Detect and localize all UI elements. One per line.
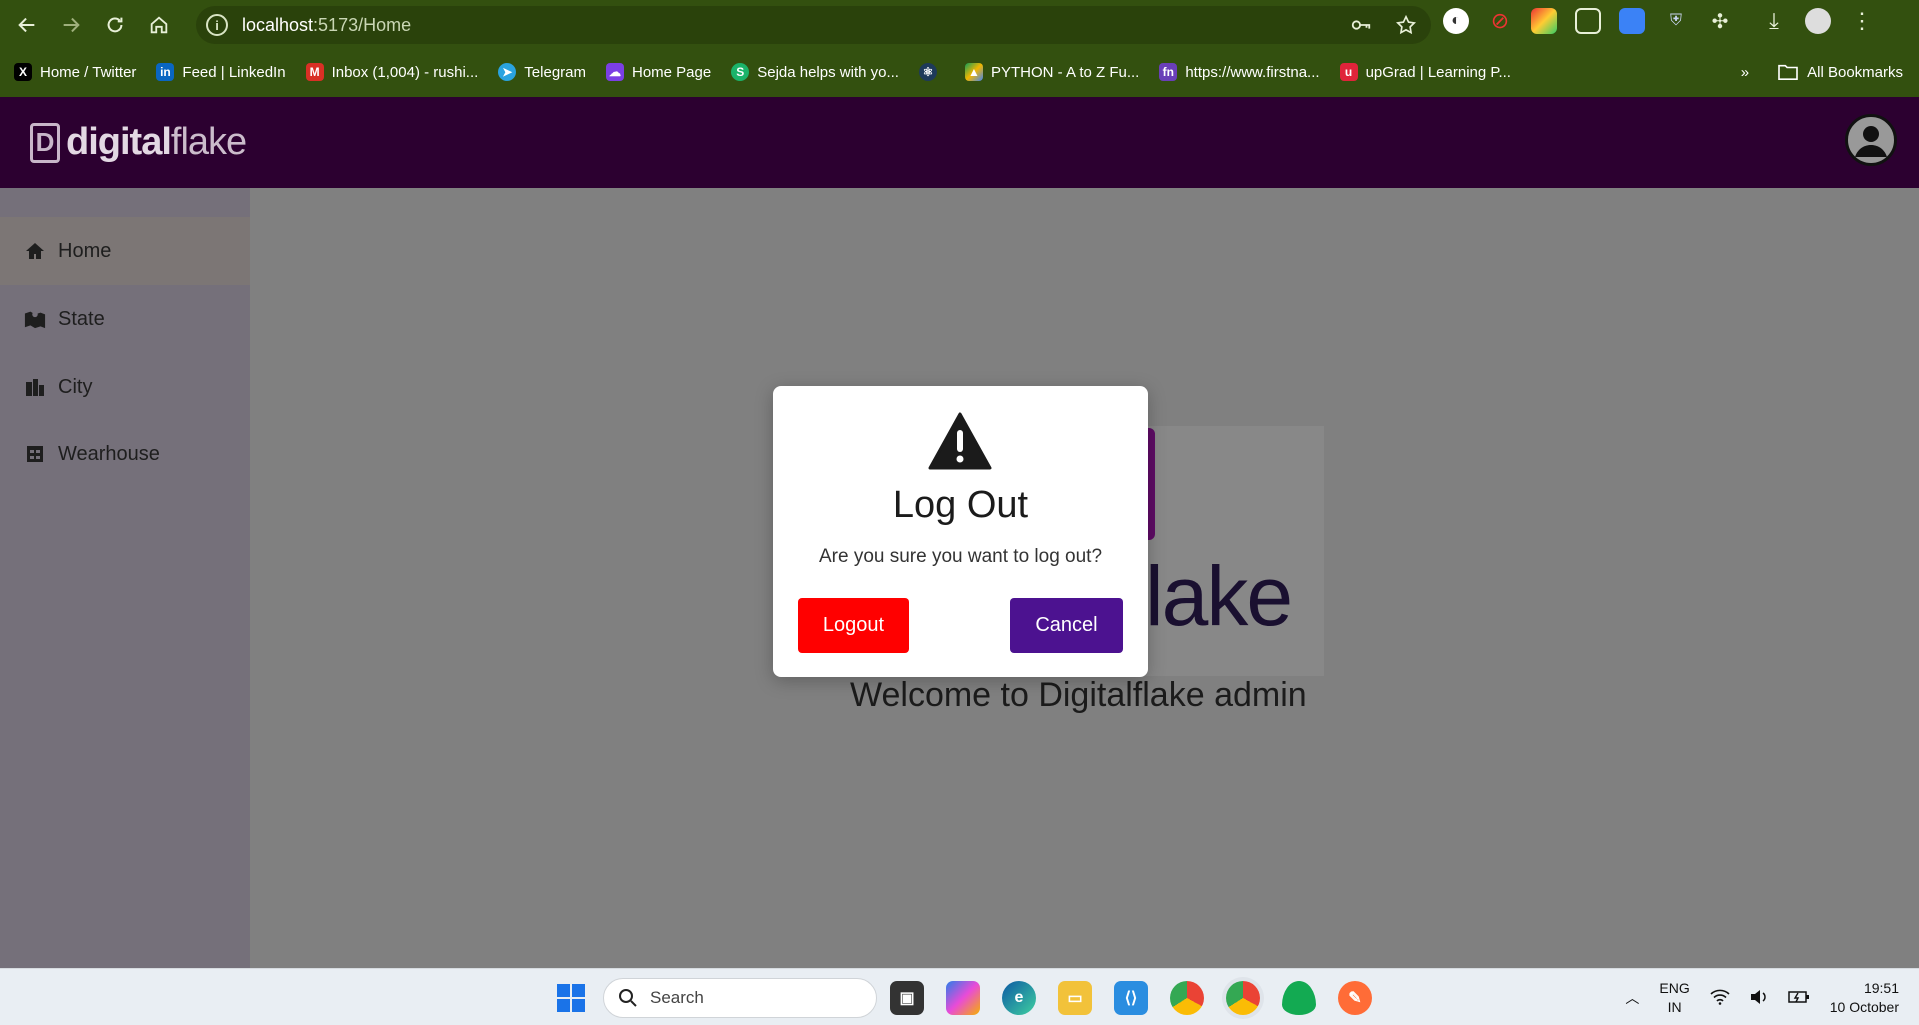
extension-shield-icon[interactable]: ⛨ (1663, 8, 1689, 34)
forward-icon[interactable] (49, 3, 93, 47)
extensions-puzzle-icon[interactable]: ✣ (1707, 8, 1733, 34)
taskbar-search[interactable]: Search (603, 978, 877, 1018)
x-icon: X (14, 63, 32, 81)
address-bar[interactable]: i localhost:5173/Home (196, 6, 1431, 44)
volume-icon[interactable] (1750, 989, 1768, 1008)
bookmark-item[interactable]: X Home / Twitter (14, 63, 136, 81)
all-bookmarks-button[interactable]: All Bookmarks (1777, 63, 1903, 81)
edge-icon[interactable]: e (1002, 981, 1036, 1015)
digitalflake-logo[interactable]: D digitalflake (30, 121, 247, 164)
search-icon (619, 989, 637, 1007)
cloud-icon: ☁ (606, 63, 624, 81)
linkedin-icon: in (156, 63, 175, 81)
sejda-icon: S (731, 63, 750, 81)
bookmark-item[interactable]: fn https://www.firstna... (1159, 63, 1320, 81)
sidebar: Home State City Wearhouse (0, 188, 250, 968)
chrome-profile-icon[interactable] (1226, 981, 1260, 1015)
logo-mark: D (30, 122, 60, 163)
dialog-title: Log Out (892, 484, 1029, 526)
bookmark-item[interactable]: ☁ Home Page (606, 63, 711, 81)
sidebar-item-state[interactable]: State (0, 285, 250, 353)
folder-icon (1778, 64, 1798, 81)
bookmark-item[interactable]: ▲ PYTHON - A to Z Fu... (964, 63, 1139, 81)
site-info-icon[interactable]: i (206, 14, 228, 36)
browser-chrome: i localhost:5173/Home ◐ ⊘ ⛨ ✣ ⤓ ⋮ X Home… (0, 0, 1919, 97)
mongodb-icon[interactable] (1282, 981, 1316, 1015)
extension-color-icon[interactable] (1531, 8, 1557, 34)
extension-block-icon[interactable]: ⊘ (1487, 8, 1513, 34)
copilot-icon[interactable] (946, 981, 980, 1015)
app-header: D digitalflake (0, 97, 1919, 188)
sidebar-item-label: City (58, 375, 93, 398)
bookmarks-bar: X Home / Twitter in Feed | LinkedIn M Inbox… (0, 54, 1919, 90)
tray-overflow-icon[interactable]: ︿ (1625, 988, 1639, 1008)
fn-icon: fn (1159, 63, 1178, 81)
back-icon[interactable] (5, 3, 49, 47)
chrome-icon[interactable] (1170, 981, 1204, 1015)
file-explorer-icon[interactable]: ▭ (1058, 981, 1092, 1015)
bookmark-star-icon[interactable] (1395, 14, 1417, 42)
warning-icon (928, 412, 992, 470)
wifi-icon[interactable] (1710, 989, 1730, 1008)
extension-window-icon[interactable] (1575, 8, 1601, 34)
home-icon (24, 240, 46, 262)
postman-icon[interactable]: ✎ (1338, 981, 1372, 1015)
sidebar-item-wearhouse[interactable]: Wearhouse (0, 420, 250, 488)
language-indicator[interactable]: ENG IN (1659, 979, 1689, 1017)
react-icon: ⚛ (918, 63, 937, 81)
bookmark-item[interactable]: ➤ Telegram (498, 63, 586, 81)
telegram-icon: ➤ (498, 63, 517, 81)
sidebar-item-label: Home (58, 239, 112, 262)
extension-privacy-icon[interactable]: ◐ (1443, 8, 1469, 34)
browser-toolbar: i localhost:5173/Home ◐ ⊘ ⛨ ✣ ⤓ ⋮ (0, 0, 1919, 50)
taskbar: Search ▣ e ▭ ⟨⟩ ✎ ︿ ENG IN 19:51 10 Octo… (0, 968, 1919, 1025)
logout-dialog: Log Out Are you sure you want to log out… (773, 386, 1148, 677)
downloads-icon[interactable]: ⤓ (1761, 8, 1787, 34)
cancel-button[interactable]: Cancel (1010, 598, 1123, 653)
home-browser-icon[interactable] (137, 3, 181, 47)
logo-text: digitalflake (66, 121, 247, 163)
sidebar-item-city[interactable]: City (0, 353, 250, 421)
extension-docs-icon[interactable] (1619, 8, 1645, 34)
city-icon (24, 376, 46, 398)
bookmark-item[interactable]: M Inbox (1,004) - rushi... (305, 63, 478, 81)
profile-avatar-icon[interactable] (1805, 8, 1831, 34)
browser-menu-icon[interactable]: ⋮ (1849, 8, 1875, 34)
gmail-icon: M (305, 63, 324, 81)
upgrad-icon: u (1339, 63, 1358, 81)
more-bookmarks-icon[interactable]: » (1741, 64, 1749, 81)
drive-icon: ▲ (964, 63, 983, 81)
clock[interactable]: 19:51 10 October (1830, 979, 1899, 1017)
task-view-icon[interactable]: ▣ (890, 981, 924, 1015)
logout-button[interactable]: Logout (798, 598, 909, 653)
bookmark-item[interactable]: S Sejda helps with yo... (731, 63, 899, 81)
url-text[interactable]: localhost:5173/Home (242, 15, 411, 36)
password-key-icon[interactable] (1349, 14, 1373, 42)
sidebar-item-home[interactable]: Home (0, 217, 250, 285)
map-icon (24, 308, 46, 330)
hero-logo-text: lake (1145, 549, 1293, 643)
bookmark-item[interactable]: in Feed | LinkedIn (156, 63, 286, 81)
profile-icon[interactable] (1845, 114, 1897, 166)
sidebar-item-label: Wearhouse (58, 442, 160, 465)
welcome-heading: Welcome to Digitalflake admin (850, 676, 1307, 714)
battery-icon[interactable] (1787, 990, 1810, 1007)
bookmark-item[interactable]: ⚛ (918, 63, 945, 81)
vscode-icon[interactable]: ⟨⟩ (1114, 981, 1148, 1015)
reload-icon[interactable] (93, 3, 137, 47)
windows-start-icon[interactable] (556, 983, 586, 1013)
sidebar-item-label: State (58, 307, 105, 330)
warehouse-icon (24, 443, 46, 465)
bookmark-item[interactable]: u upGrad | Learning P... (1339, 63, 1511, 81)
dialog-message: Are you sure you want to log out? (818, 546, 1103, 567)
